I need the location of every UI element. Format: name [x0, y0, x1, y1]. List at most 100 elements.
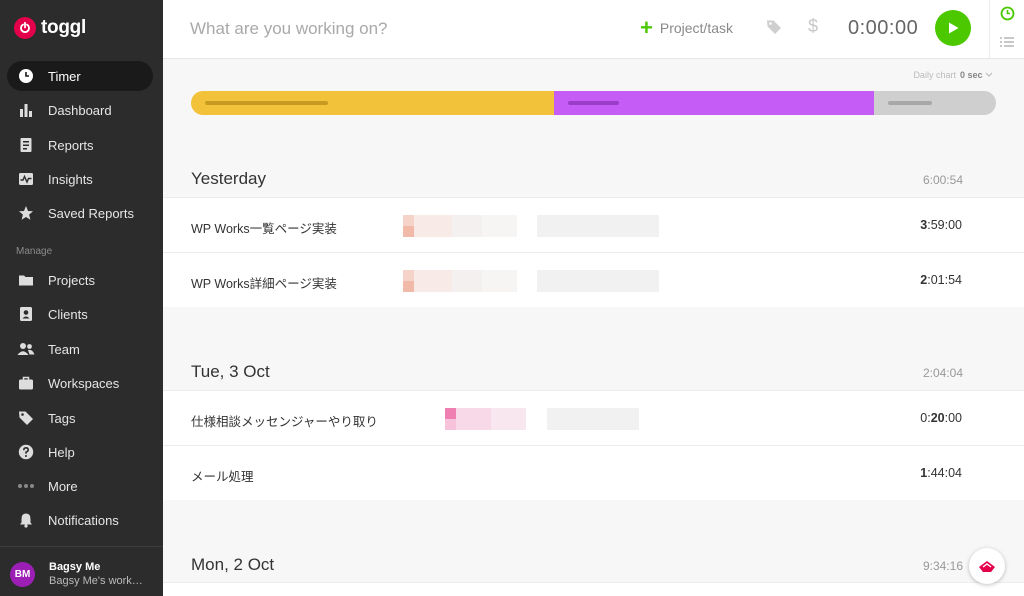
project-task-label: Project/task	[659, 20, 733, 36]
help-icon	[17, 443, 35, 461]
time-entry[interactable]: メール処理 1:44:04	[163, 445, 1024, 500]
manual-mode-list-icon[interactable]	[1000, 35, 1014, 53]
duration-rest: :44:04	[927, 466, 962, 480]
brand-name: toggl	[41, 17, 86, 38]
sidebar-item-timer[interactable]: Timer	[7, 61, 153, 91]
tag-icon	[17, 409, 35, 427]
bar-segment[interactable]	[554, 91, 874, 115]
sidebar-item-label: Reports	[48, 137, 94, 153]
sidebar-item-team[interactable]: Team	[7, 334, 153, 364]
entry-description: WP Works一覧ページ実装	[191, 222, 337, 236]
billable-dollar-icon[interactable]: $	[808, 16, 818, 37]
sidebar: toggl Timer Dashboard Reports Insights S…	[0, 0, 163, 596]
sidebar-item-label: Projects	[48, 272, 95, 288]
sidebar-item-label: Timer	[48, 68, 81, 84]
star-icon	[17, 204, 35, 222]
power-icon	[14, 17, 36, 39]
entry-row-partial	[163, 582, 1024, 596]
time-entry[interactable]: WP Works詳細ページ実装 2:01:54	[163, 252, 1024, 307]
entry-description: 仕様相談メッセンジャーやり取り	[191, 415, 378, 429]
sidebar-item-projects[interactable]: Projects	[7, 265, 153, 295]
clock-icon	[17, 67, 35, 85]
sidebar-item-more[interactable]: More	[7, 471, 153, 501]
time-entry[interactable]: WP Works一覧ページ実装 3:59:00	[163, 197, 1024, 252]
bar-segment-line	[887, 101, 932, 105]
daily-chart-label: Daily chart	[913, 70, 956, 80]
sidebar-item-help[interactable]: Help	[7, 437, 153, 467]
bar-segment-line	[568, 101, 620, 105]
sidebar-item-label: Tags	[48, 410, 76, 426]
day-header: Mon, 2 Oct 9:34:16	[163, 533, 1024, 589]
sidebar-item-label: Notifications	[48, 512, 119, 528]
day-header: Yesterday 6:00:54	[163, 147, 1024, 203]
timer-mode-clock-icon[interactable]	[1000, 6, 1015, 26]
bar-segment[interactable]	[191, 91, 555, 115]
sidebar-item-label: Clients	[48, 306, 88, 322]
play-icon	[949, 22, 959, 34]
blurred-project	[403, 215, 663, 237]
daily-chart-value: 0 sec	[959, 70, 983, 80]
sidebar-item-label: Workspaces	[48, 375, 120, 391]
entry-description: WP Works詳細ページ実装	[191, 277, 337, 291]
sidebar-item-label: Saved Reports	[48, 205, 134, 221]
daily-chart-toggle[interactable]: Daily chart 0 sec	[913, 70, 993, 80]
sidebar-item-label: Team	[48, 341, 80, 357]
blurred-project	[445, 408, 645, 430]
bar-segment-line	[205, 101, 329, 105]
sidebar-item-workspaces[interactable]: Workspaces	[7, 368, 153, 398]
briefcase-icon	[17, 374, 35, 392]
sidebar-item-label: Insights	[48, 171, 93, 187]
timer-bar: + Project/task $ 0:00:00	[163, 0, 989, 59]
pulse-icon	[17, 170, 35, 188]
report-icon	[17, 136, 35, 154]
avatar: BM	[10, 561, 35, 587]
project-task-button[interactable]: + Project/task	[640, 15, 733, 40]
chevron-down-icon	[985, 72, 993, 77]
entry-description: メール処理	[191, 470, 254, 484]
user-name: Bagsy Me	[49, 561, 101, 573]
toggl-logo[interactable]: toggl	[14, 15, 86, 41]
blurred-project	[403, 270, 663, 292]
sidebar-item-saved-reports[interactable]: Saved Reports	[7, 198, 153, 228]
user-profile[interactable]: BM Bagsy Me Bagsy Me's workspace	[10, 560, 145, 588]
day-title: Mon, 2 Oct	[191, 555, 275, 574]
day-title: Tue, 3 Oct	[191, 362, 270, 381]
main-content: Daily chart 0 sec Yesterday 6:00:54 WP Wo…	[163, 60, 1024, 596]
sidebar-item-notifications[interactable]: Notifications	[7, 505, 153, 535]
entry-duration: 0:20:00	[920, 411, 962, 425]
sidebar-item-tags[interactable]: Tags	[7, 403, 153, 433]
day-total: 6:00:54	[922, 173, 963, 187]
workspace-name: Bagsy Me's workspace	[49, 575, 145, 587]
duration-minutes: 20	[930, 411, 945, 425]
description-input[interactable]	[190, 17, 610, 41]
folder-icon	[17, 271, 35, 289]
day-header: Tue, 3 Oct 2:04:04	[163, 340, 1024, 396]
entry-duration: 3:59:00	[920, 218, 962, 232]
support-chat-button[interactable]	[969, 548, 1005, 584]
sidebar-divider	[0, 546, 163, 547]
entry-duration: 1:44:04	[920, 466, 962, 480]
duration-prefix: 0:	[920, 411, 931, 425]
sidebar-item-insights[interactable]: Insights	[7, 164, 153, 194]
plus-icon: +	[640, 15, 653, 40]
timer-display: 0:00:00	[848, 17, 919, 39]
day-title: Yesterday	[191, 169, 266, 188]
tag-icon[interactable]	[766, 19, 782, 40]
manage-section-label: Manage	[16, 246, 53, 257]
duration-rest: :00	[944, 411, 962, 425]
sidebar-item-label: Help	[48, 444, 75, 460]
sidebar-item-clients[interactable]: Clients	[7, 299, 153, 329]
time-entry[interactable]: 仕様相談メッセンジャーやり取り 0:20:00	[163, 390, 1024, 445]
day-total: 9:34:16	[922, 559, 963, 573]
entry-duration: 2:01:54	[920, 273, 962, 287]
start-timer-button[interactable]	[935, 10, 971, 46]
contact-icon	[17, 305, 35, 323]
daily-progress-bar	[191, 91, 996, 115]
chat-icon	[979, 561, 995, 572]
bar-chart-icon	[17, 101, 35, 119]
sidebar-item-dashboard[interactable]: Dashboard	[7, 95, 153, 125]
sidebar-item-reports[interactable]: Reports	[7, 130, 153, 160]
duration-rest: :59:00	[927, 218, 962, 232]
bar-segment[interactable]	[873, 91, 996, 115]
more-icon	[17, 477, 35, 495]
